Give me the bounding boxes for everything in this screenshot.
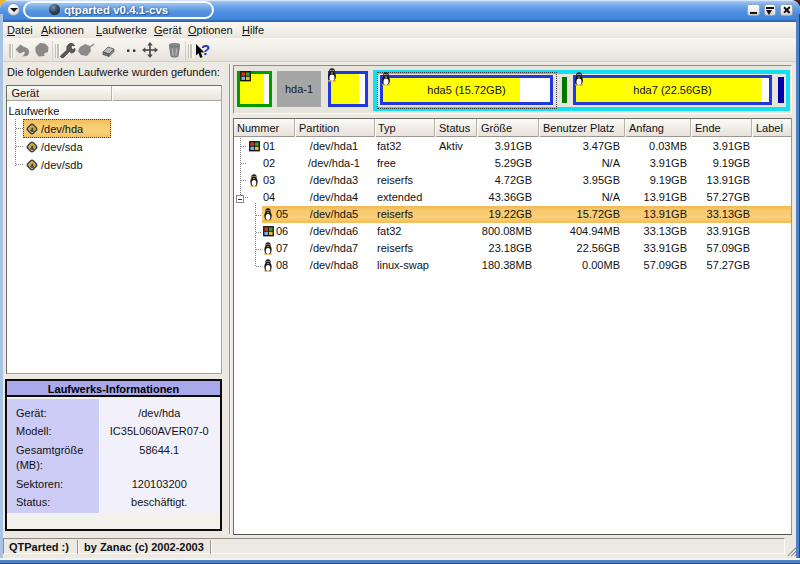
svg-text:?: ? xyxy=(201,41,210,58)
